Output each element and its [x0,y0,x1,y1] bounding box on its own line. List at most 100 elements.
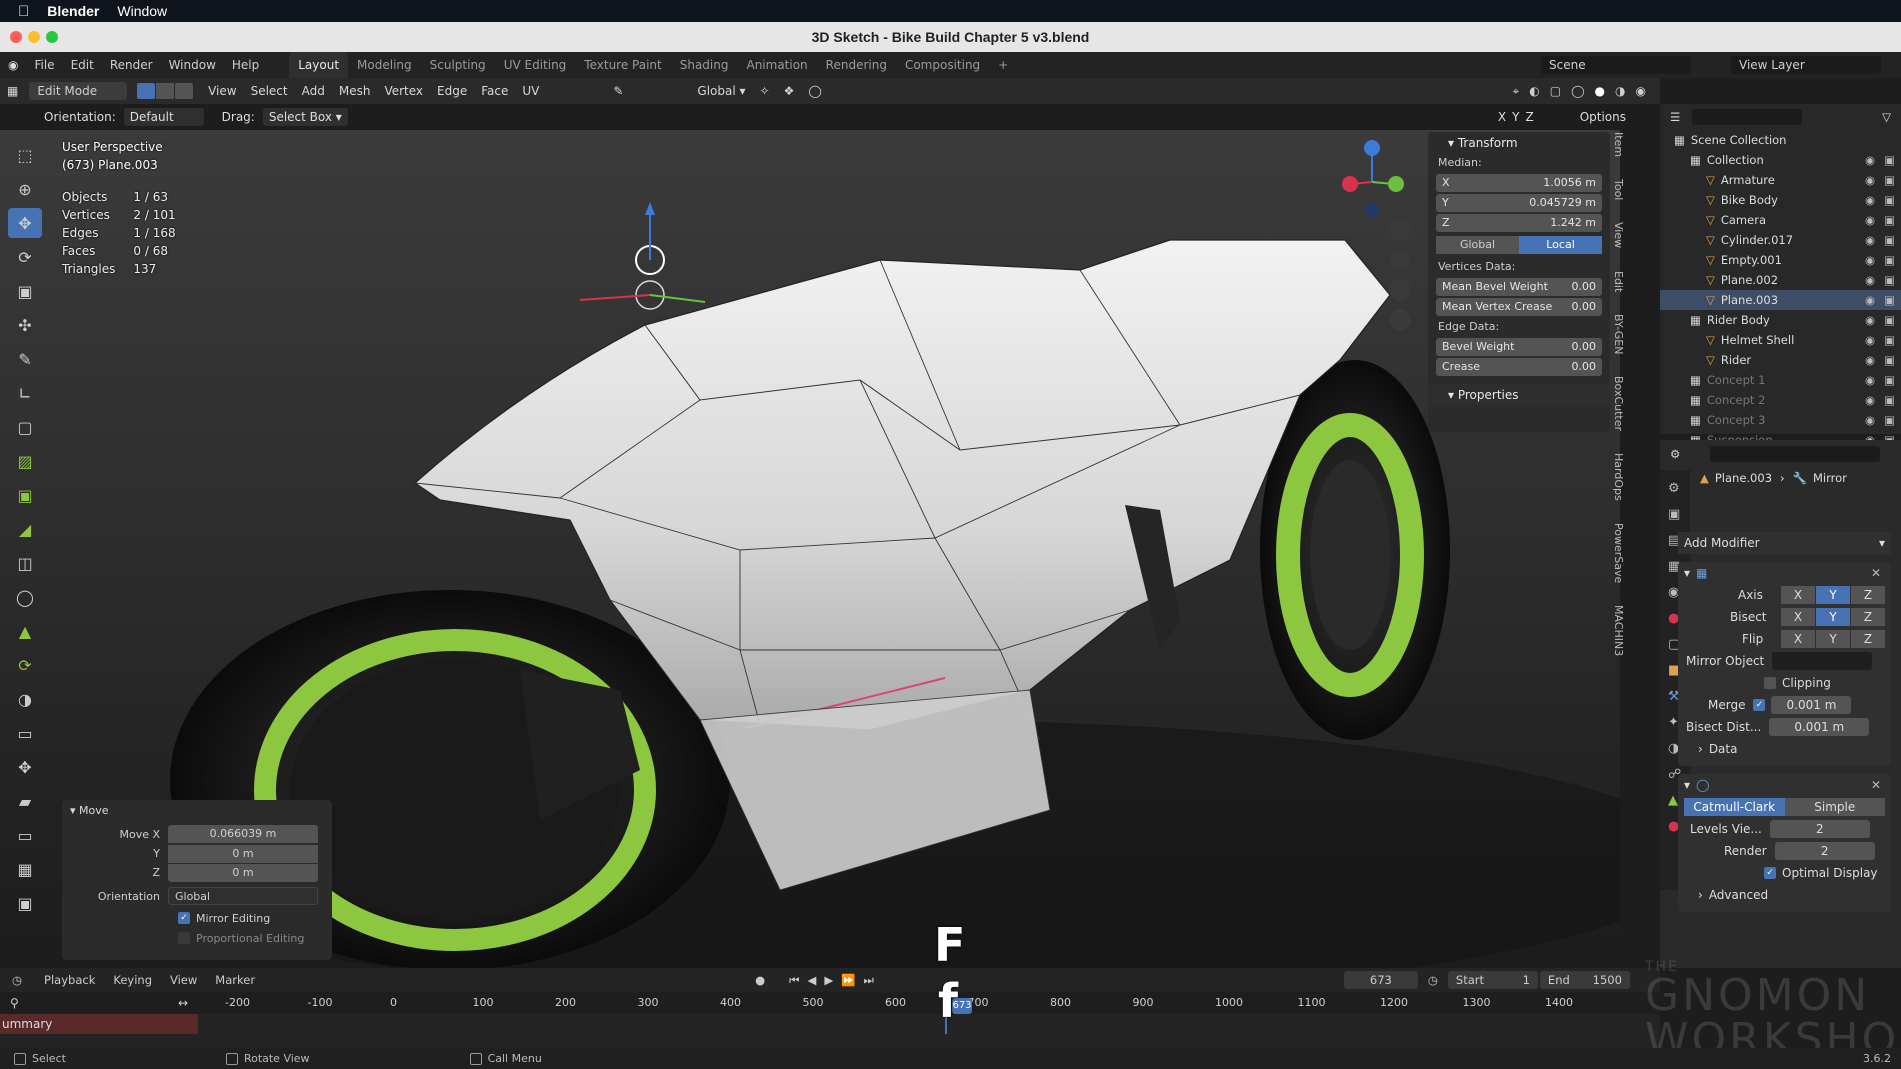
render-camera-icon[interactable]: ▣ [1884,313,1895,327]
tab-texture-paint[interactable]: Texture Paint [575,58,670,72]
visibility-eye-icon[interactable]: ◉ [1865,193,1875,207]
timeline-view-menu[interactable]: View [170,973,197,987]
outliner-row[interactable]: ▽ Cylinder.017 ◉ ▣ [1660,230,1901,250]
overlay-icon[interactable]: ◐ [1529,84,1539,99]
mean-vertex-crease-field[interactable]: Mean Vertex Crease 0.00 [1436,298,1602,316]
render-camera-icon[interactable]: ▣ [1884,293,1895,307]
annotate-tool[interactable]: ✎ [8,344,42,374]
menu-edge[interactable]: Edge [430,84,474,98]
menu-mesh[interactable]: Mesh [332,84,378,98]
vertex-select-button[interactable] [137,83,156,99]
bisect-x-toggle[interactable]: X [1781,608,1815,626]
global-toggle[interactable]: Global [1436,236,1519,254]
editor-type-icon[interactable]: ▦ [0,84,25,98]
visibility-eye-icon[interactable]: ◉ [1865,313,1875,327]
tab-animation[interactable]: Animation [737,58,816,72]
mirror-modifier-header[interactable]: ▾ ▦ ✕ [1678,562,1891,584]
render-camera-icon[interactable]: ▣ [1884,333,1895,347]
move-panel-header[interactable]: ▾ Move [62,800,332,822]
snap-tool[interactable]: ▣ [8,888,42,918]
move-x-field[interactable]: 0.066039 m [168,825,318,843]
properties-panel-header[interactable]: ▾ Properties [1428,384,1610,406]
visibility-eye-icon[interactable]: ◉ [1865,413,1875,427]
render-camera-icon[interactable]: ▣ [1884,153,1895,167]
visibility-eye-icon[interactable]: ◉ [1865,353,1875,367]
render-props-icon[interactable]: ▣ [1668,502,1682,528]
select-box-tool[interactable]: ⬚ [8,140,42,170]
bevel-tool[interactable]: ◢ [8,514,42,544]
outliner-row[interactable]: ▽ Camera ◉ ▣ [1660,210,1901,230]
mirror-editing-checkbox[interactable]: ✓ [178,912,190,924]
timeline-type-icon[interactable]: ◷ [12,973,22,987]
merge-distance-field[interactable]: 0.001 m [1771,696,1852,714]
merge-checkbox[interactable]: ✓ [1753,699,1766,711]
edge-slide-tool[interactable]: ▭ [8,718,42,748]
tab-modeling[interactable]: Modeling [348,58,421,72]
filter-icon[interactable]: ▽ [1882,110,1891,124]
outliner-row[interactable]: ▦ Concept 1 ◉ ▣ [1660,370,1901,390]
tab-hardops[interactable]: HardOps [1612,453,1625,501]
outliner-type-icon[interactable]: ☰ [1670,110,1680,124]
orientation-selector[interactable]: Default [123,108,204,126]
proportional-editing-checkbox[interactable] [178,932,190,944]
playback-menu[interactable]: Playback [44,973,95,987]
render-camera-icon[interactable]: ▣ [1884,273,1895,287]
visibility-eye-icon[interactable]: ◉ [1865,333,1875,347]
flip-x-toggle[interactable]: X [1781,630,1815,648]
mirror-object-field[interactable] [1772,652,1873,670]
visibility-eye-icon[interactable]: ◉ [1865,373,1875,387]
scene-selector[interactable]: Scene [1541,56,1691,74]
smooth-tool[interactable]: ◑ [8,684,42,714]
snap-icon[interactable]: ❖ [777,84,802,98]
knife-tool[interactable]: ◯ [8,582,42,612]
outliner-search-input[interactable] [1692,109,1803,125]
timeline-ruler[interactable]: ⚲ ↔ -200 -100 0 100 200 300 400 500 600 700 800 900… [0,992,1660,1014]
advanced-subpanel[interactable]: › Advanced [1678,884,1891,906]
bisect-y-toggle[interactable]: Y [1816,608,1850,626]
menu-add[interactable]: Add [295,84,332,98]
render-camera-icon[interactable]: ▣ [1884,253,1895,267]
tab-bygen[interactable]: BY-GEN [1612,314,1625,354]
tab-item[interactable]: Item [1612,132,1625,157]
move-y-field[interactable]: 0 m [168,844,318,863]
axis-z-toggle[interactable]: Z [1851,586,1885,604]
visibility-eye-icon[interactable]: ◉ [1865,173,1875,187]
wireframe-shading-icon[interactable]: ◯ [1571,84,1584,99]
material-shading-icon[interactable]: ◑ [1615,84,1625,99]
shrink-fatten-tool[interactable]: ✥ [8,752,42,782]
modifier-close-icon[interactable]: ✕ [1871,566,1881,580]
transform-panel-header[interactable]: ▾ Transform [1428,132,1610,154]
move-orientation-selector[interactable]: Global [168,887,318,905]
menu-render[interactable]: Render [102,58,161,72]
clipping-checkbox[interactable] [1764,677,1776,689]
drag-selector[interactable]: Select Box ▾ [262,108,348,126]
outliner-row[interactable]: ▦ Concept 3 ◉ ▣ [1660,410,1901,430]
rotate-tool[interactable]: ⟳ [8,242,42,272]
tab-view[interactable]: View [1612,222,1625,248]
next-keyframe-icon[interactable]: ⏩ [841,973,855,987]
tab-layout[interactable]: Layout [289,52,349,78]
render-levels-field[interactable]: 2 [1774,842,1875,860]
jump-start-icon[interactable]: ⏮ [789,973,799,988]
measure-tool[interactable]: ∟ [8,378,42,408]
tab-machin3[interactable]: MACHIN3 [1612,605,1625,656]
start-frame-field[interactable]: Start 1 [1447,971,1538,989]
visibility-eye-icon[interactable]: ◉ [1865,253,1875,267]
mode-selector[interactable]: Edit Mode [29,82,128,100]
end-frame-field[interactable]: End 1500 [1539,971,1630,989]
render-camera-icon[interactable]: ▣ [1884,413,1895,427]
menu-window[interactable]: Window [161,58,224,72]
shear-tool[interactable]: ▰ [8,786,42,816]
visibility-eye-icon[interactable]: ◉ [1865,273,1875,287]
render-camera-icon[interactable]: ▣ [1884,173,1895,187]
simple-toggle[interactable]: Simple [1784,798,1885,816]
move-tool[interactable]: ✥ [8,208,42,238]
edge-select-button[interactable] [156,83,175,99]
tool-props-icon[interactable]: ⚙ [1668,476,1682,502]
apple-icon[interactable]:  [18,3,29,20]
keying-menu[interactable]: Keying [113,973,152,987]
blender-logo-icon[interactable]: ◉ [0,58,26,72]
menu-uv[interactable]: UV [515,84,546,98]
face-select-button[interactable] [175,83,194,99]
inset-tool[interactable]: ▣ [8,480,42,510]
